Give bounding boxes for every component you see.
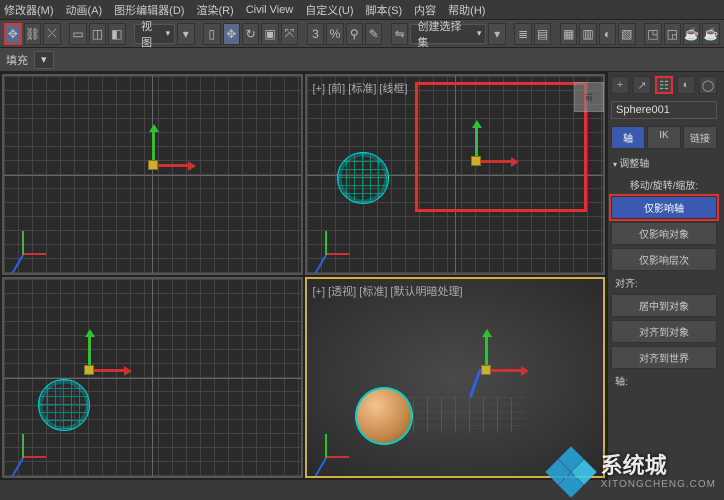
affect-object-only-button[interactable]: 仅影响对象 [611, 222, 717, 245]
gizmo-x-axis[interactable] [90, 369, 126, 372]
snap-spinner-button[interactable]: ⚲ [346, 23, 363, 45]
affect-pivot-only-button[interactable]: 仅影响轴 [611, 196, 717, 219]
center-to-object-button[interactable]: 居中到对象 [611, 294, 717, 317]
select-object-button[interactable]: ▯ [203, 23, 220, 45]
fill-label: 填充 [6, 52, 28, 68]
pivot-mode-row: 轴 IK 链接 [611, 126, 717, 149]
align-button[interactable]: ≣ [514, 23, 531, 45]
view-dropdown[interactable]: 视图 [134, 24, 175, 44]
main-toolbar: ✥ ⛓ ⤫ ▭ ◫ ◧ 视图 ▾ ▯ ✥ ↻ ▣ ⤧ 3 % ⚲ ✎ ⇋ 创建选… [0, 20, 724, 48]
create-tab-icon[interactable]: + [611, 76, 629, 94]
corner-axis-icon [14, 223, 54, 263]
menu-help[interactable]: 帮助(H) [448, 2, 485, 18]
snap-toggle-button[interactable]: ✎ [365, 23, 382, 45]
link-tool-button[interactable]: ⛓ [24, 23, 41, 45]
render-last-button[interactable]: ☕ [702, 23, 719, 45]
hierarchy-tab-icon[interactable]: ☷ [655, 76, 673, 94]
menu-civil-view[interactable]: Civil View [246, 4, 293, 16]
gizmo-origin[interactable] [148, 160, 158, 170]
gizmo-x-axis[interactable] [154, 164, 190, 167]
render-setup-button[interactable]: ▧ [618, 23, 635, 45]
render-preview-button[interactable]: ◲ [664, 23, 681, 45]
gizmo-origin[interactable] [84, 365, 94, 375]
render-frame-button[interactable]: ◳ [644, 23, 661, 45]
command-panel-tabs: + ↗ ☷ ◐ ◯ [611, 76, 717, 94]
named-sel-add-button[interactable]: ▾ [488, 23, 505, 45]
select-window-button[interactable]: ◫ [89, 23, 106, 45]
gizmo-z-axis[interactable] [468, 368, 481, 397]
move-rotate-scale-label: 移动/旋转/缩放: [611, 176, 717, 193]
align-to-object-button[interactable]: 对齐到对象 [611, 320, 717, 343]
select-scale-button[interactable]: ▣ [261, 23, 278, 45]
axis-vertical [152, 279, 153, 476]
align-to-world-button[interactable]: 对齐到世界 [611, 346, 717, 369]
material-editor-button[interactable]: ◐ [599, 23, 616, 45]
menu-customize[interactable]: 自定义(U) [305, 2, 353, 18]
move-gizmo[interactable] [124, 136, 184, 196]
corner-axis-icon [317, 426, 357, 466]
move-gizmo[interactable] [60, 341, 120, 401]
menu-script[interactable]: 脚本(S) [366, 2, 403, 18]
move-tool-button[interactable]: ✥ [4, 23, 22, 45]
named-selection-dropdown[interactable]: 创建选择集 [410, 24, 486, 44]
curve-editor-button[interactable]: ▥ [579, 23, 596, 45]
align-label: 对齐: [611, 274, 717, 291]
corner-axis-icon [317, 223, 357, 263]
menu-graph-editors[interactable]: 图形编辑器(D) [114, 2, 184, 18]
gizmo-origin[interactable] [481, 365, 491, 375]
select-region-button[interactable]: ▭ [69, 23, 86, 45]
move-gizmo[interactable] [447, 132, 507, 192]
sphere-object[interactable] [355, 387, 413, 445]
menu-bar: 修改器(M) 动画(A) 图形编辑器(D) 渲染(R) Civil View 自… [0, 0, 724, 20]
viewport-front[interactable]: [+] [前] [标准] [线框] [305, 74, 606, 275]
menu-modifiers[interactable]: 修改器(M) [4, 2, 54, 18]
gizmo-x-axis[interactable] [487, 369, 523, 372]
modify-tab-icon[interactable]: ↗ [633, 76, 651, 94]
snap-percent-button[interactable]: % [326, 23, 343, 45]
menu-render[interactable]: 渲染(R) [196, 2, 233, 18]
layer-button[interactable]: ▤ [534, 23, 551, 45]
viewport-label[interactable]: [+] [前] [标准] [线框] [313, 80, 408, 96]
corner-axis-icon [14, 426, 54, 466]
workspace: [+] [前] [标准] [线框] [0, 72, 724, 480]
filter-button[interactable]: ▾ [177, 23, 194, 45]
gizmo-x-axis[interactable] [477, 160, 513, 163]
axis-label: 轴: [611, 372, 717, 389]
select-move-button[interactable]: ✥ [223, 23, 240, 45]
motion-tab-icon[interactable]: ◐ [677, 76, 695, 94]
pivot-link-button[interactable]: 链接 [683, 126, 717, 149]
menu-animation[interactable]: 动画(A) [66, 2, 103, 18]
display-tab-icon[interactable]: ◯ [699, 76, 717, 94]
viewport-left[interactable] [2, 277, 303, 478]
secondary-toolbar: 填充 ▾ [0, 48, 724, 72]
snap-angle-button[interactable]: 3 [307, 23, 324, 45]
schematic-view-button[interactable]: ▦ [560, 23, 577, 45]
select-place-button[interactable]: ⤧ [281, 23, 298, 45]
select-crossing-button[interactable]: ◧ [108, 23, 125, 45]
affect-hierarchy-only-button[interactable]: 仅影响层次 [611, 248, 717, 271]
move-gizmo[interactable] [457, 341, 517, 401]
menu-content[interactable]: 内容 [414, 2, 436, 18]
unlink-tool-button[interactable]: ⤫ [43, 23, 60, 45]
adjust-pivot-section[interactable]: 调整轴 [611, 152, 717, 173]
sphere-object[interactable] [337, 152, 389, 204]
select-rotate-button[interactable]: ↻ [242, 23, 259, 45]
fill-dropdown[interactable]: ▾ [34, 51, 54, 69]
mirror-button[interactable]: ⇋ [391, 23, 408, 45]
render-production-button[interactable]: ☕ [683, 23, 700, 45]
command-panel: + ↗ ☷ ◐ ◯ Sphere001 轴 IK 链接 调整轴 移动/旋转/缩放… [607, 72, 720, 480]
viewport-top[interactable] [2, 74, 303, 275]
watermark-subtitle: XITONGCHENG.COM [601, 479, 716, 490]
viewports-grid: [+] [前] [标准] [线框] [0, 72, 607, 480]
viewport-perspective[interactable]: [+] [透视] [标准] [默认明暗处理] [305, 277, 606, 478]
view-cube[interactable]: 前 [574, 82, 604, 112]
gizmo-origin[interactable] [471, 156, 481, 166]
viewport-label[interactable]: [+] [透视] [标准] [默认明暗处理] [313, 283, 463, 299]
pivot-axis-button[interactable]: 轴 [611, 126, 645, 149]
pivot-ik-button[interactable]: IK [647, 126, 681, 149]
object-name-field[interactable]: Sphere001 [611, 101, 717, 119]
